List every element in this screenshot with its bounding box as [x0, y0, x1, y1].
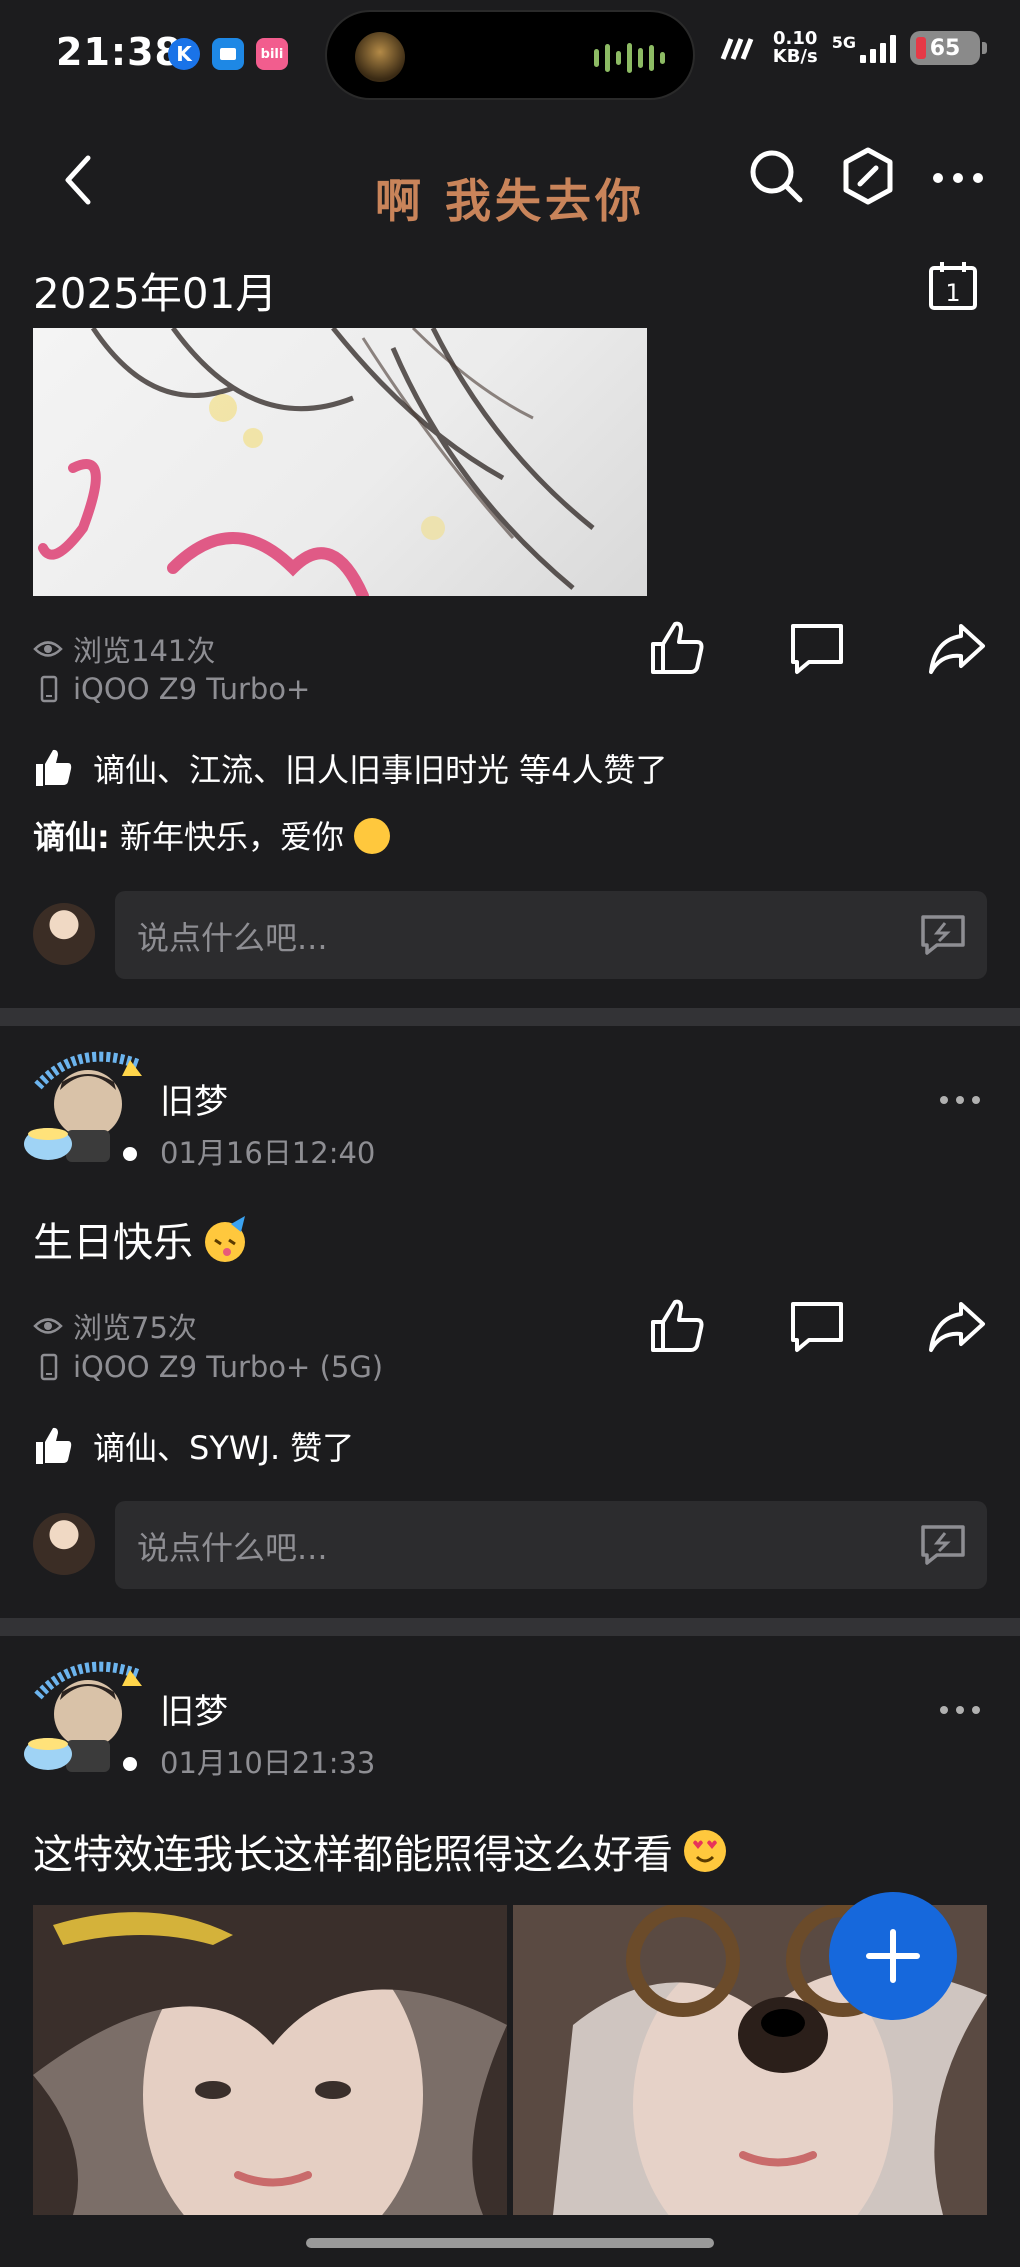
device-info: iQOO Z9 Turbo+ — [33, 672, 310, 706]
status-right: 0.10 KB/s 5G 65 — [719, 28, 987, 67]
eye-icon — [33, 641, 63, 657]
net-speed: 0.10 KB/s — [772, 28, 818, 67]
battery-indicator: 65 — [910, 31, 987, 65]
likes-summary[interactable]: 谪仙、江流、旧人旧事旧时光 等4人赞了 — [33, 745, 668, 791]
view-count: 浏览75次 — [33, 1305, 197, 1347]
device-info: iQOO Z9 Turbo+ (5G) — [33, 1350, 383, 1384]
more-icon[interactable] — [930, 170, 986, 186]
author-name[interactable]: 旧梦 — [160, 1074, 228, 1123]
post-divider — [0, 1008, 1020, 1026]
view-count: 浏览141次 — [33, 628, 215, 670]
like-icon[interactable] — [647, 618, 707, 678]
post-actions — [647, 618, 987, 678]
photo-content — [33, 1905, 507, 2215]
kiss-emoji-icon — [354, 818, 391, 854]
thumb-up-icon — [36, 749, 72, 786]
post-more-icon[interactable] — [940, 1096, 980, 1104]
status-bar: 21:38 K bili 0.10 KB/s 5G 65 — [0, 0, 1020, 110]
dynamic-island[interactable] — [325, 10, 695, 100]
quick-reply-icon[interactable] — [919, 1523, 967, 1567]
comment-icon[interactable] — [787, 618, 847, 678]
reply-input[interactable]: 说点什么吧... — [115, 891, 987, 979]
post-divider — [0, 1618, 1020, 1636]
plus-icon — [866, 1929, 920, 1983]
share-icon[interactable] — [927, 618, 987, 678]
top-nav-bar: 啊 我失去你 — [0, 110, 1020, 250]
heart-eyes-emoji-icon — [684, 1830, 726, 1872]
date-header: 2025年01月 1 — [0, 250, 1020, 330]
calendar-icon[interactable]: 1 — [928, 260, 978, 312]
k-app-icon: K — [168, 38, 200, 70]
post-actions — [647, 1296, 987, 1356]
comment-icon[interactable] — [787, 1296, 847, 1356]
user-avatar — [33, 1513, 95, 1575]
comment-item[interactable]: 谪仙: 新年快乐，爱你 — [33, 812, 391, 858]
hd-signal-icon — [720, 38, 754, 60]
party-emoji-icon — [205, 1216, 245, 1262]
like-icon[interactable] — [647, 1296, 707, 1356]
search-icon[interactable] — [748, 148, 804, 204]
phone-icon — [40, 675, 58, 703]
post-photo[interactable] — [33, 328, 647, 596]
post-text: 生日快乐 — [33, 1210, 251, 1268]
bilibili-app-icon: bili — [256, 38, 288, 70]
birthday-avatar-icon — [24, 1051, 142, 1162]
user-avatar — [33, 903, 95, 965]
svg-text:1: 1 — [945, 279, 960, 307]
thumb-up-icon — [36, 1427, 72, 1464]
music-cover-icon — [355, 32, 405, 82]
hexagon-icon[interactable] — [840, 146, 896, 206]
birthday-avatar-icon — [24, 1661, 142, 1772]
post-text: 这特效连我长这样都能照得这么好看 — [33, 1822, 729, 1880]
cell-signal: 5G — [832, 33, 896, 63]
post-time: 01月10日21:33 — [160, 1746, 376, 1780]
add-post-button[interactable] — [829, 1892, 957, 2020]
audio-wave-icon — [594, 42, 665, 74]
reply-bar: 说点什么吧... — [33, 891, 987, 979]
status-time: 21:38 — [56, 30, 182, 74]
share-icon[interactable] — [927, 1296, 987, 1356]
author-avatar[interactable] — [18, 1656, 154, 1776]
blue-app-icon — [212, 38, 244, 70]
phone-icon — [40, 1353, 58, 1381]
quick-reply-icon[interactable] — [919, 913, 967, 957]
author-name[interactable]: 旧梦 — [160, 1684, 228, 1733]
month-label: 2025年01月 — [33, 269, 278, 318]
post-photo[interactable] — [33, 1905, 507, 2215]
likes-summary[interactable]: 谪仙、SYWJ. 赞了 — [33, 1423, 354, 1469]
home-indicator[interactable] — [306, 2238, 714, 2248]
eye-icon — [33, 1318, 63, 1334]
reply-bar: 说点什么吧... — [33, 1501, 987, 1589]
post-more-icon[interactable] — [940, 1706, 980, 1714]
signal-bars-icon — [860, 33, 896, 63]
photo-content — [38, 328, 595, 596]
post-time: 01月16日12:40 — [160, 1136, 376, 1170]
author-avatar[interactable] — [18, 1046, 154, 1166]
reply-input[interactable]: 说点什么吧... — [115, 1501, 987, 1589]
